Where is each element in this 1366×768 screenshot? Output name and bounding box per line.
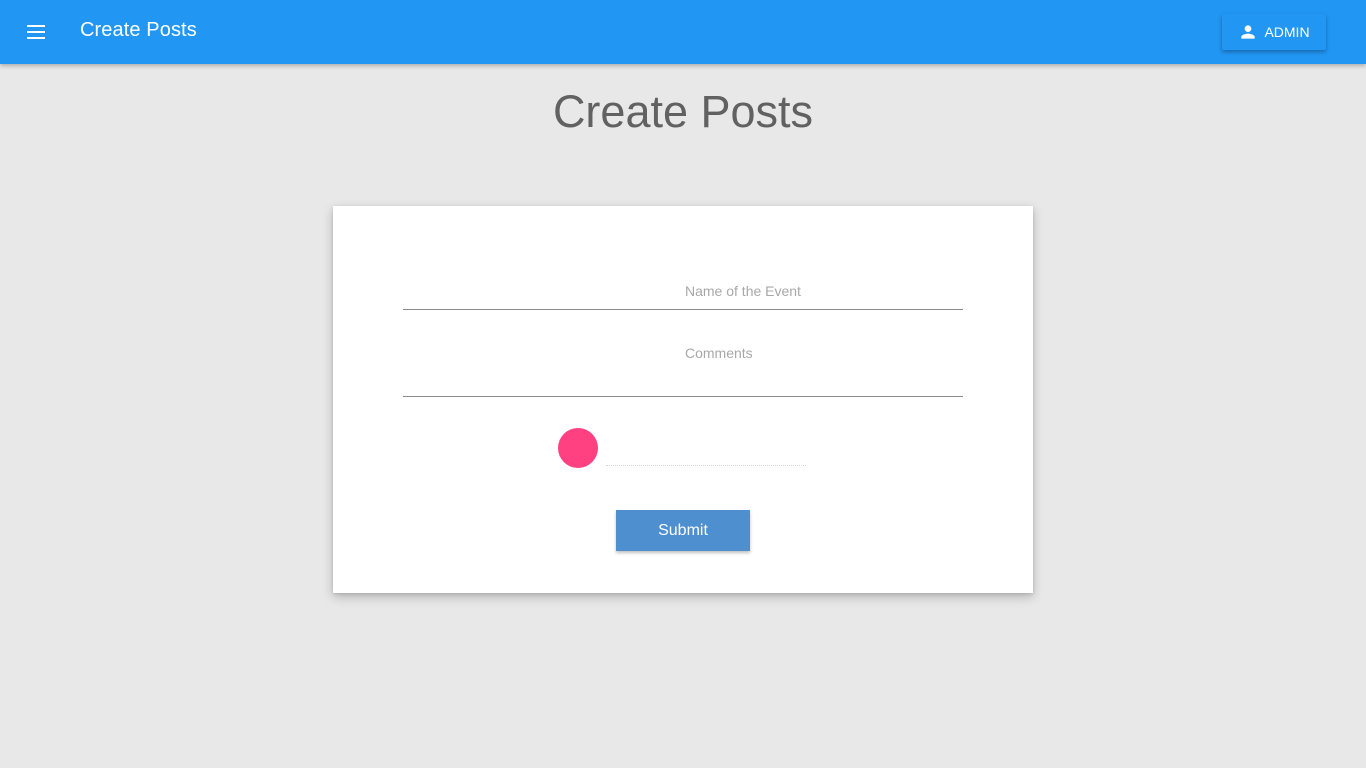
submit-button[interactable]: Submit [616, 510, 750, 551]
menu-icon[interactable] [24, 20, 48, 44]
admin-button-label: ADMIN [1264, 24, 1310, 40]
event-name-input[interactable] [403, 266, 963, 309]
person-icon [1241, 25, 1256, 39]
comments-input[interactable] [403, 326, 963, 396]
event-name-field[interactable]: Name of the Event [403, 266, 963, 310]
app-bar: Create Posts ADMIN [0, 0, 1366, 64]
color-swatch[interactable] [558, 428, 598, 468]
comments-field[interactable]: Comments [403, 326, 963, 397]
admin-button[interactable]: ADMIN [1222, 14, 1326, 50]
create-post-form: Name of the Event Comments Submit [333, 206, 1033, 593]
page-title: Create Posts [552, 86, 814, 137]
app-title: Create Posts [80, 19, 197, 41]
color-input[interactable] [606, 465, 806, 466]
